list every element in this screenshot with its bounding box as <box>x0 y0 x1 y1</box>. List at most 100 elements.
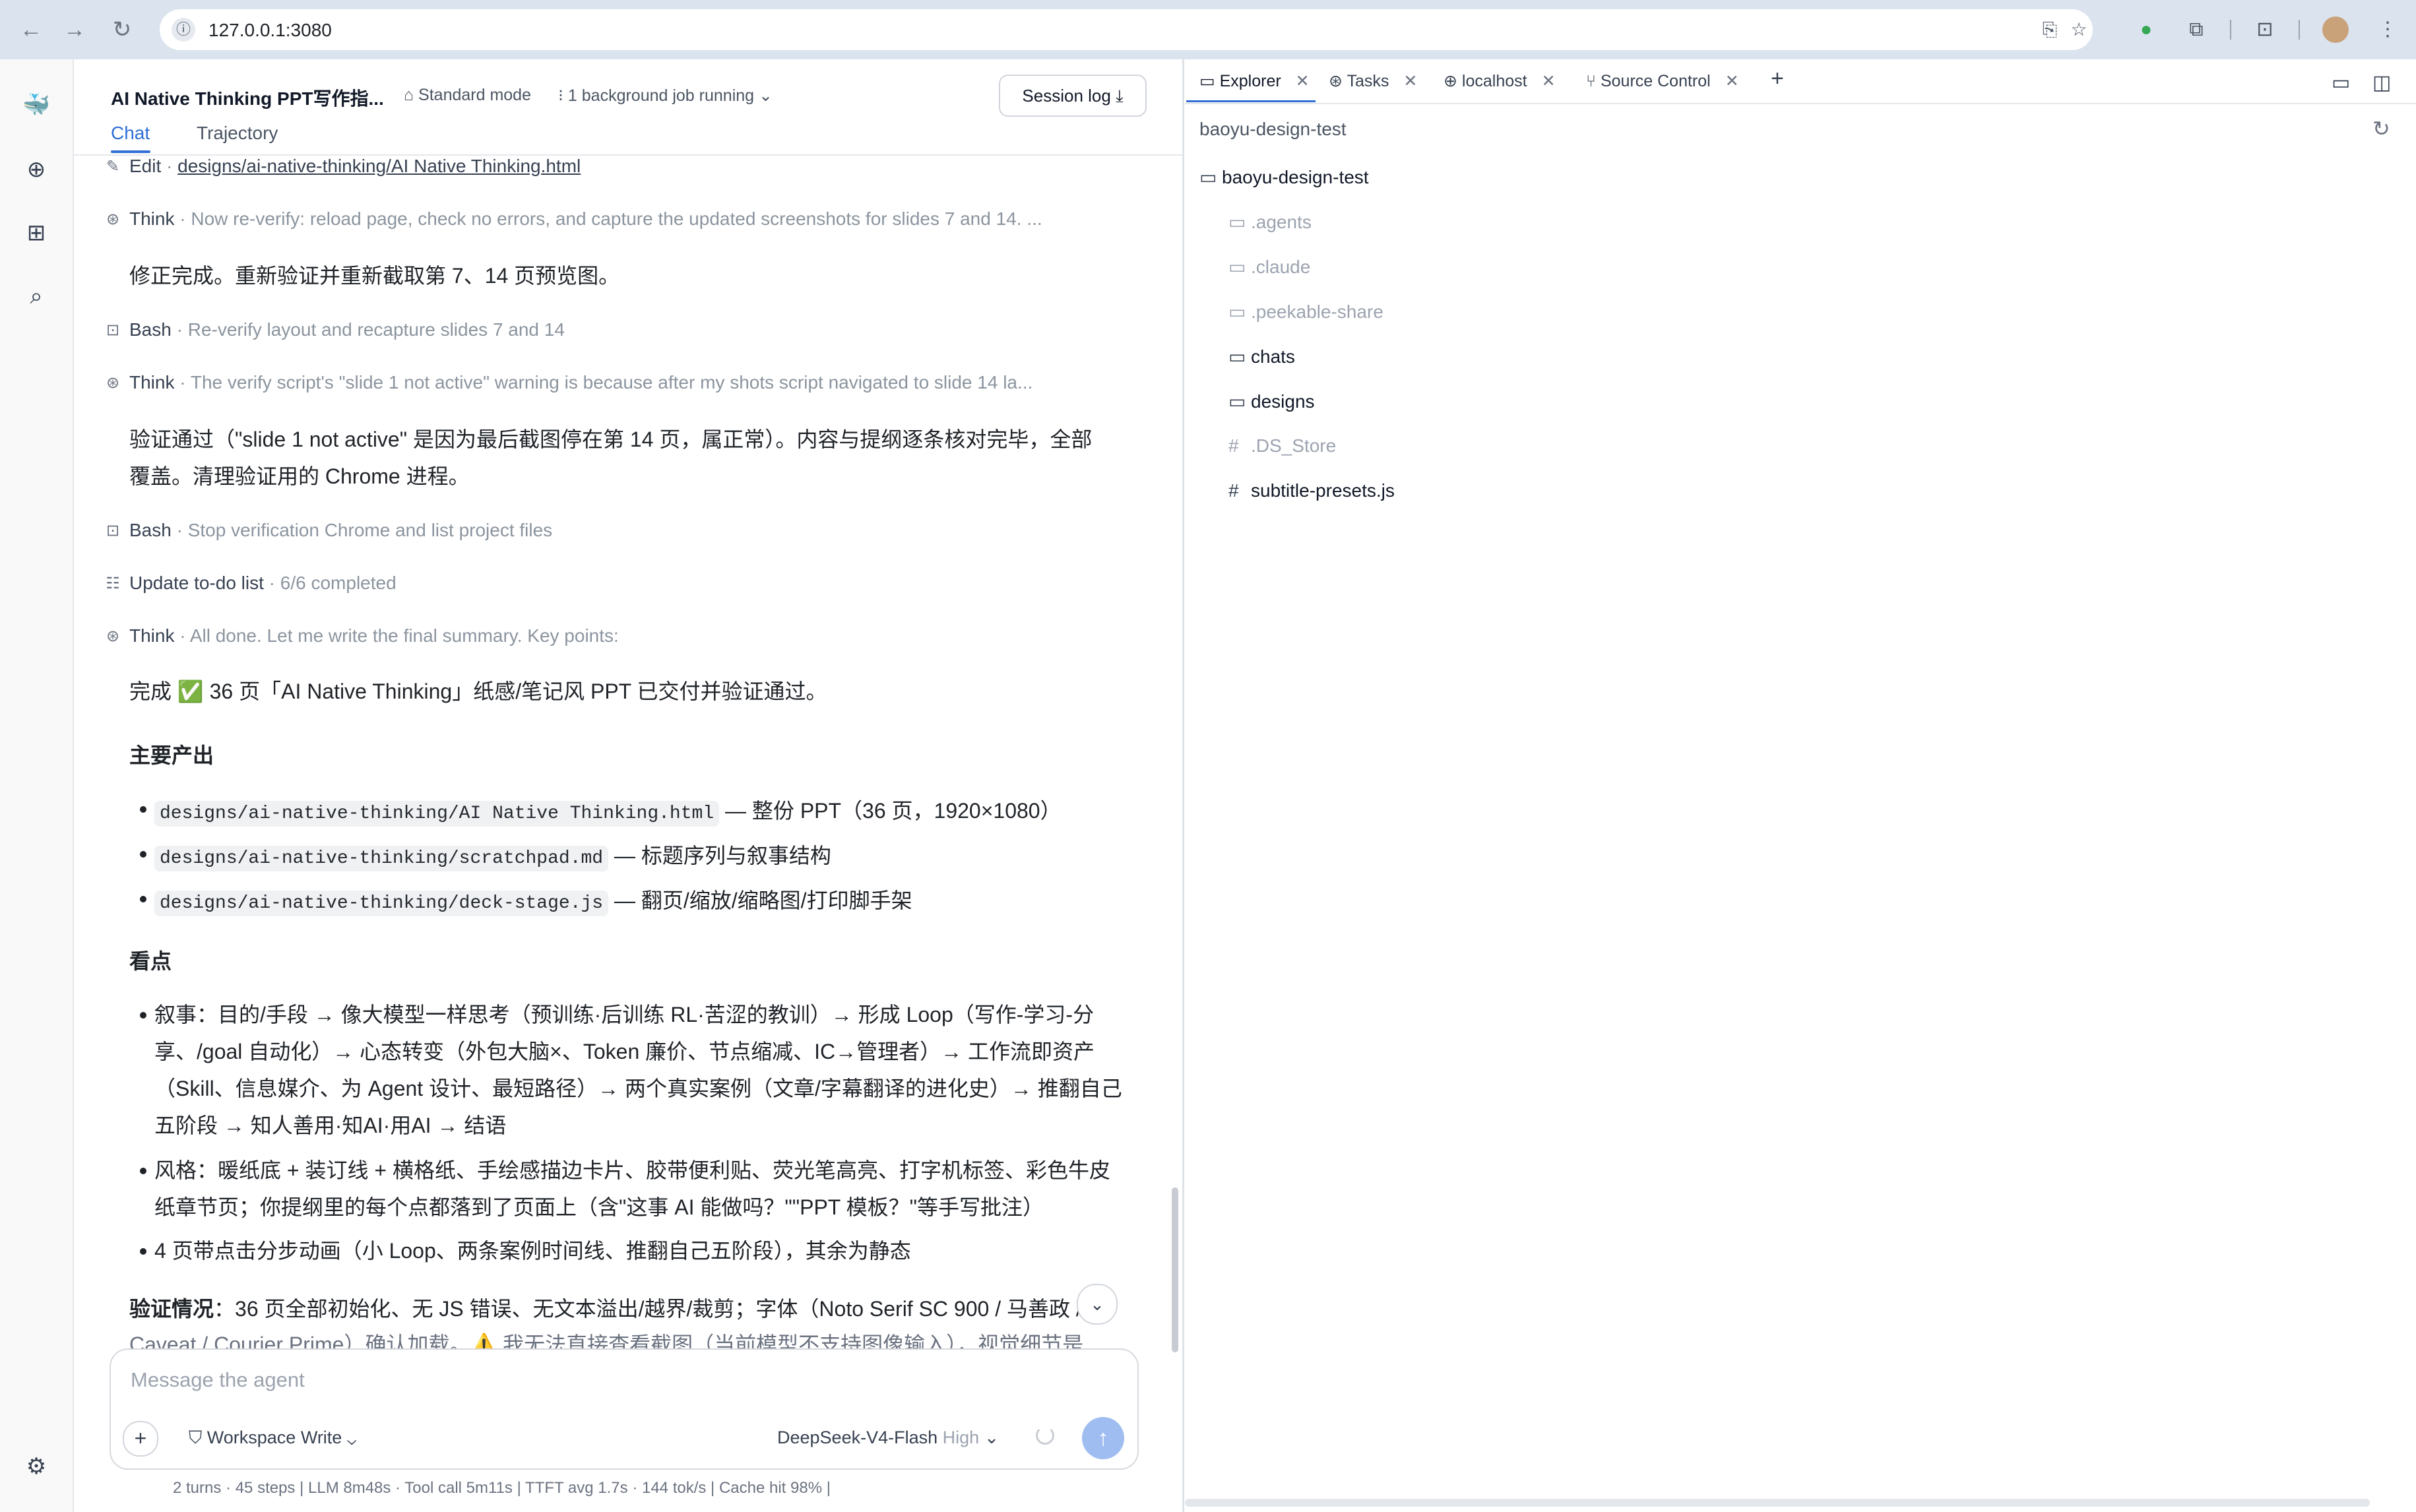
tree-item-ds-store[interactable]: # .DS_Store <box>1228 435 1336 457</box>
bullet-dot <box>140 806 146 813</box>
forward-icon[interactable]: → <box>59 15 90 45</box>
jobs-label: 1 background job running <box>567 86 755 105</box>
settings-gear-icon[interactable]: ⚙ <box>21 1451 51 1482</box>
tab-tasks[interactable]: ⊛ Tasks ✕ <box>1329 71 1417 91</box>
tab-explorer[interactable]: ▭ Explorer ✕ <box>1199 71 1310 91</box>
new-chat-icon[interactable]: ⊕ <box>21 154 51 185</box>
tab-trajectory[interactable]: Trajectory <box>197 123 278 144</box>
browser-menu-icon[interactable]: ⋮ <box>2372 15 2403 45</box>
step-bash[interactable]: ⊡ Bash · Stop verification Chrome and li… <box>106 520 552 541</box>
close-icon[interactable]: ✕ <box>1296 72 1310 90</box>
think-brain-icon: ⊛ <box>106 374 120 392</box>
tab-localhost[interactable]: ⊕ localhost ✕ <box>1444 71 1556 91</box>
scroll-to-bottom-button[interactable]: ⌄ <box>1077 1284 1118 1325</box>
tab-label: Source Control <box>1600 72 1711 90</box>
mode-indicator[interactable]: ⌂ Standard mode <box>404 86 531 105</box>
assistant-message-line: 验证通过（"slide 1 not active" 是因为最后截图停在第 14 … <box>129 427 1093 451</box>
summary-intro: 完成 ✅ 36 页「AI Native Thinking」纸感/笔记风 PPT … <box>129 679 827 703</box>
site-info-icon[interactable]: ⓘ <box>172 18 195 42</box>
install-app-icon[interactable]: ⎘ <box>2037 17 2062 42</box>
tree-item-subtitle-presets[interactable]: # subtitle-presets.js <box>1228 480 1395 501</box>
highlight-line: 纸章节页；你提纲里的每个点都落到了页面上（含"这事 AI 能做吗？""PPT 模… <box>154 1195 1044 1219</box>
send-button[interactable]: ↑ <box>1082 1417 1124 1459</box>
step-edit[interactable]: ✎ Edit · designs/ai-native-thinking/AI N… <box>106 156 581 177</box>
chat-scrollbar[interactable] <box>1172 1187 1178 1352</box>
highlight-line: 五阶段 → 知人善用·知AI·用AI → 结语 <box>154 1114 507 1137</box>
active-tab-underline <box>1186 100 1316 102</box>
model-selector[interactable]: DeepSeek-V4-Flash High ⌄ <box>777 1428 999 1448</box>
address-bar[interactable]: ⓘ 127.0.0.1:3080 ⎘ ☆ <box>160 9 2093 50</box>
step-think[interactable]: ⊛ Think · Now re-verify: reload page, ch… <box>106 208 1042 230</box>
toggle-sidebar-icon[interactable]: ◫ <box>2372 71 2391 94</box>
tree-item-label: chats <box>1251 346 1295 367</box>
tab-source-control[interactable]: ⑂ Source Control ✕ <box>1586 71 1739 91</box>
tree-item-designs[interactable]: ▭ designs <box>1228 391 1315 412</box>
step-detail: 6/6 completed <box>280 573 397 593</box>
refresh-icon[interactable]: ↻ <box>2372 116 2390 141</box>
highlight-line: （Skill、信息媒介、为 Agent 设计、最短路径）→ 两个真实案例（文章/… <box>154 1077 1122 1100</box>
close-icon[interactable]: ✕ <box>1403 72 1417 90</box>
left-rail <box>0 59 74 1512</box>
output-desc: — 标题序列与叙事结构 <box>608 844 831 867</box>
folder-icon: ▭ <box>1228 257 1246 277</box>
search-icon[interactable]: ⌕ <box>21 281 51 311</box>
edit-pencil-icon: ✎ <box>106 158 120 175</box>
step-todo[interactable]: ☷ Update to-do list · 6/6 completed <box>106 573 397 594</box>
step-bash[interactable]: ⊡ Bash · Re-verify layout and recapture … <box>106 319 565 340</box>
bullet-dot <box>140 1012 146 1019</box>
tree-item-peekable-share[interactable]: ▭ .peekable-share <box>1228 301 1383 323</box>
step-kind: Edit <box>129 156 162 176</box>
step-file-link[interactable]: designs/ai-native-thinking/AI Native Thi… <box>177 156 581 176</box>
output-item: designs/ai-native-thinking/AI Native Thi… <box>154 794 1062 827</box>
screenshot-icon[interactable]: ⊡ <box>2250 15 2280 45</box>
message-composer[interactable] <box>110 1348 1139 1470</box>
extensions-puzzle-icon[interactable]: ⧉ <box>2181 15 2211 45</box>
tree-item-chats[interactable]: ▭ chats <box>1228 346 1295 367</box>
workspace-label: Workspace Write <box>207 1428 342 1447</box>
think-brain-icon: ⊛ <box>106 210 120 228</box>
workspace-permission-dropdown[interactable]: ⛉ Workspace Write ⌄ <box>189 1428 356 1449</box>
model-label: DeepSeek-V4-Flash <box>777 1428 938 1447</box>
step-think[interactable]: ⊛ Think · All done. Let me write the fin… <box>106 625 619 646</box>
tasks-icon: ⊛ <box>1329 72 1343 90</box>
app-logo-icon[interactable]: 🐳 <box>21 90 51 120</box>
back-icon[interactable]: ← <box>16 15 46 45</box>
new-tab-plus-icon[interactable]: + <box>1771 66 1784 92</box>
tab-label: localhost <box>1461 72 1527 90</box>
tree-root-folder[interactable]: ▭ baoyu-design-test <box>1199 166 1369 188</box>
code-path: designs/ai-native-thinking/scratchpad.md <box>154 846 609 871</box>
step-detail: Re-verify layout and recapture slides 7 … <box>187 319 565 340</box>
horizontal-scrollbar[interactable] <box>1185 1499 2370 1507</box>
highlight-line: 叙事：目的/手段 → 像大模型一样思考（预训练·后训练 RL·苦涩的教训）→ 形… <box>154 1003 1095 1026</box>
close-icon[interactable]: ✕ <box>1725 72 1739 90</box>
tab-chat[interactable]: Chat <box>111 123 150 144</box>
avatar[interactable] <box>2322 16 2349 43</box>
url-text[interactable]: 127.0.0.1:3080 <box>208 20 332 41</box>
folder-open-icon: ▭ <box>1199 167 1217 187</box>
tab-label: Explorer <box>1219 72 1281 90</box>
message-input[interactable]: Message the agent <box>131 1368 305 1392</box>
reload-icon[interactable]: ↻ <box>107 15 137 45</box>
panel-splitter[interactable] <box>1182 59 1184 1512</box>
tab-label: Tasks <box>1347 72 1389 90</box>
close-icon[interactable]: ✕ <box>1542 72 1556 90</box>
toggle-bottom-panel-icon[interactable]: ▭ <box>2332 71 2350 94</box>
toolbar-divider <box>2299 20 2300 40</box>
extension-green-icon[interactable]: ● <box>2131 15 2161 45</box>
file-hash-icon: # <box>1228 435 1239 456</box>
shield-icon: ⛉ <box>189 1428 203 1447</box>
highlight-line: 4 页带点击分步动画（小 Loop、两条案例时间线、推翻自己五阶段），其余为静态 <box>154 1239 911 1263</box>
bookmark-star-icon[interactable]: ☆ <box>2066 17 2091 42</box>
toolbar-divider <box>2230 20 2231 40</box>
new-project-icon[interactable]: ⊞ <box>21 218 51 248</box>
background-jobs-dropdown[interactable]: ⁝ 1 background job running ⌄ <box>558 86 773 106</box>
outputs-heading: 主要产出 <box>129 743 214 767</box>
step-kind: Bash <box>129 319 172 340</box>
tree-item-agents[interactable]: ▭ .agents <box>1228 211 1312 233</box>
add-attachment-button[interactable]: + <box>123 1421 158 1457</box>
tree-item-label: .claude <box>1251 257 1311 277</box>
session-log-button[interactable]: Session log ⤓ <box>999 75 1147 117</box>
tree-item-claude[interactable]: ▭ .claude <box>1228 256 1310 278</box>
step-think[interactable]: ⊛ Think · The verify script's "slide 1 n… <box>106 372 1033 393</box>
workspace-root-name: baoyu-design-test <box>1199 119 1347 139</box>
